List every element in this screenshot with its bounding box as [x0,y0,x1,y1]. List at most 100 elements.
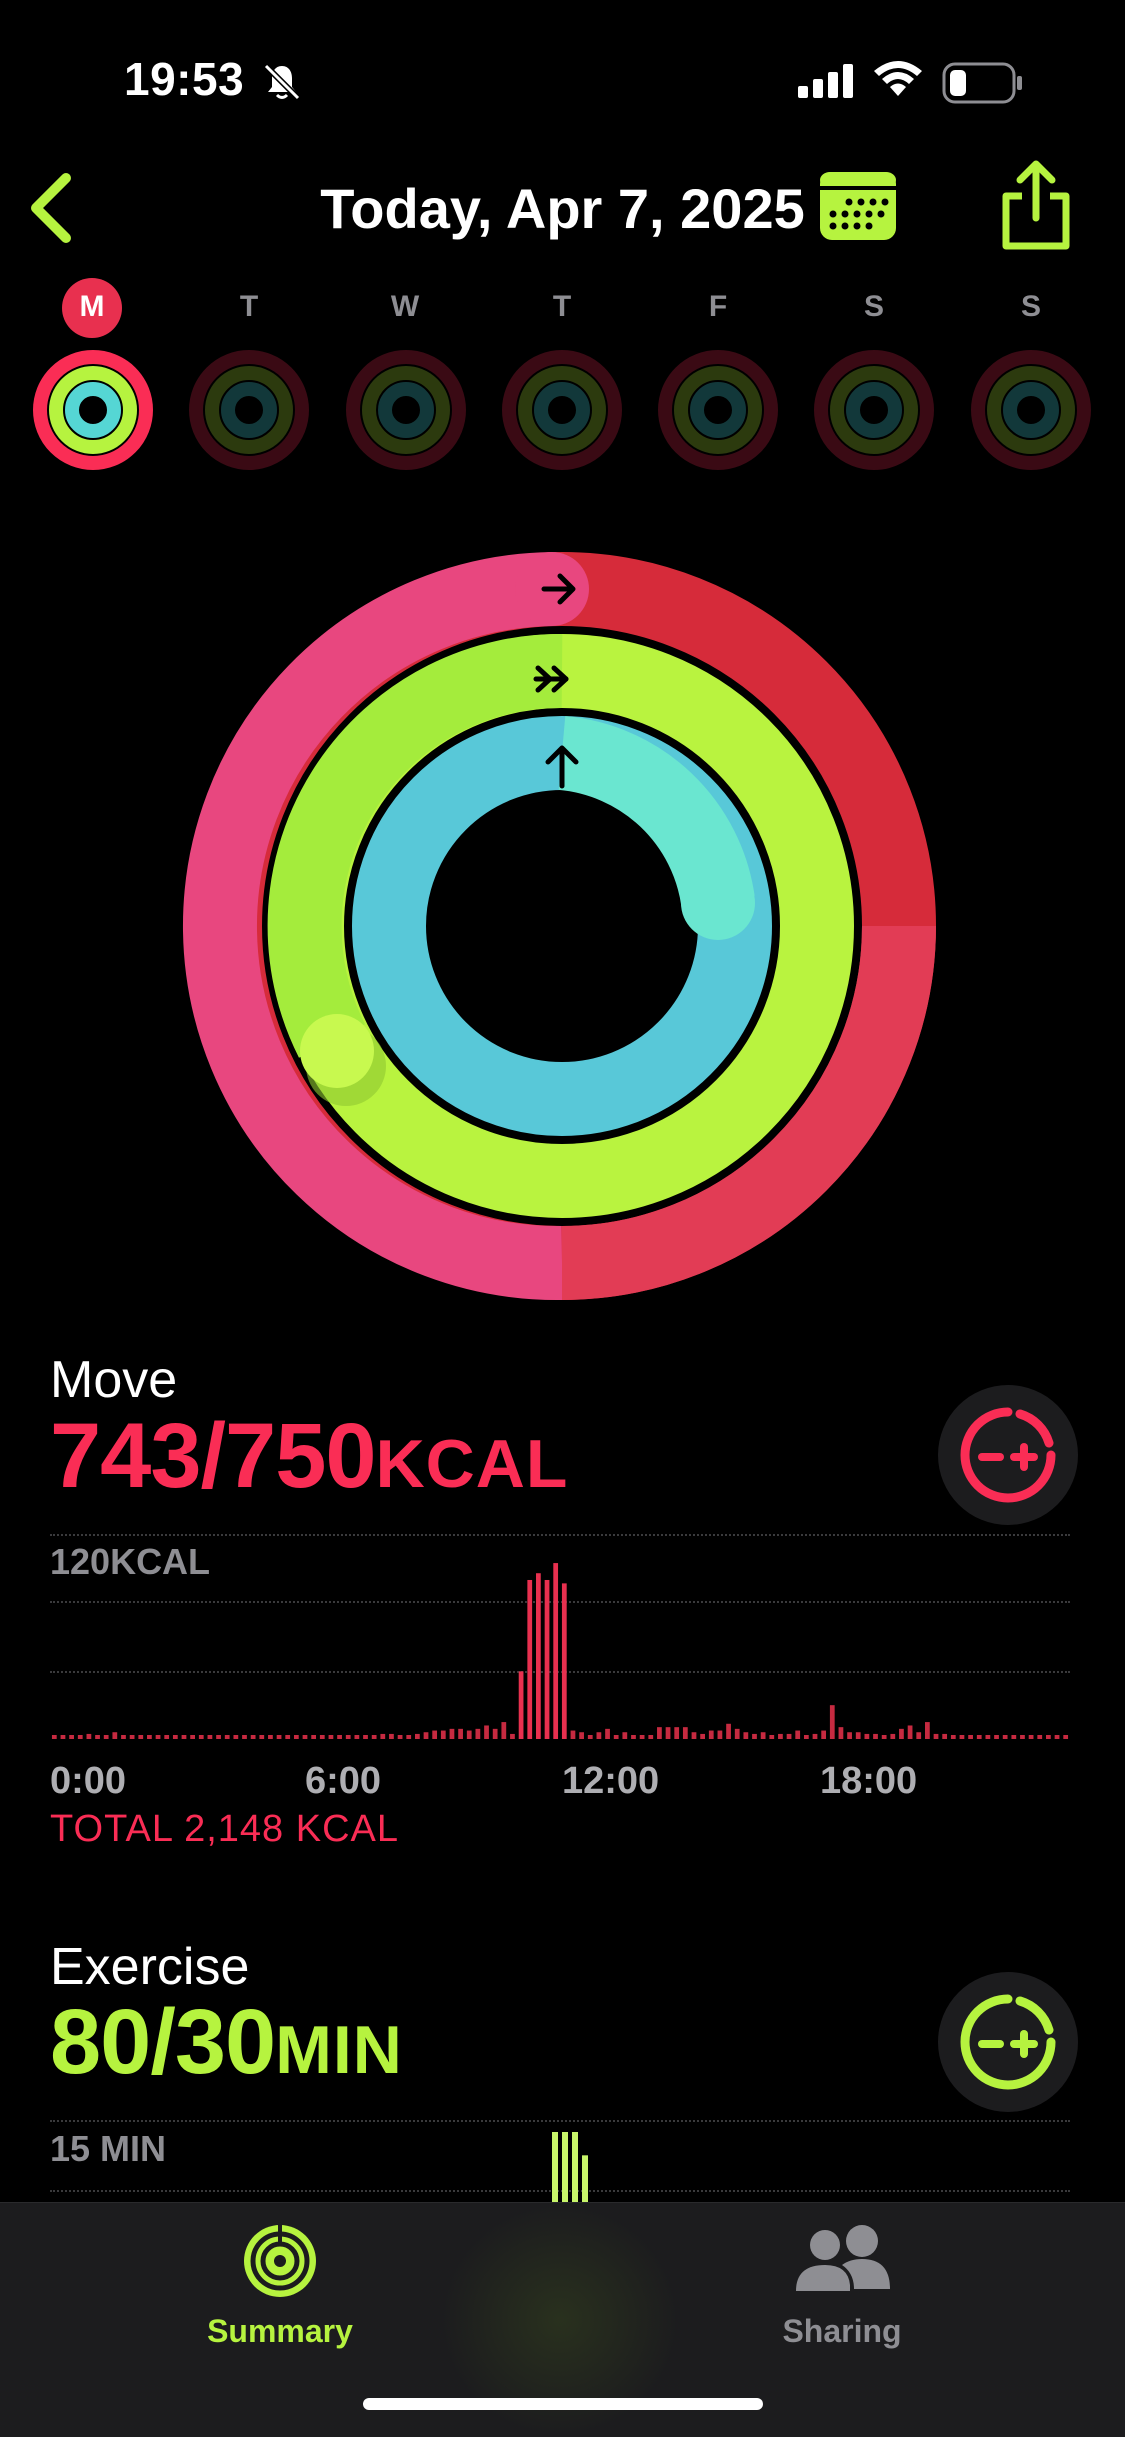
move-bar [86,1733,92,1740]
move-bar [907,1725,913,1739]
move-bar [518,1671,524,1739]
move-bar [95,1735,100,1739]
status-time: 19:53 [124,53,245,105]
move-bar [121,1735,126,1739]
mini-rings-mon[interactable] [31,348,155,472]
move-bar [561,1583,567,1739]
move-bar [440,1730,446,1739]
move-bar [69,1735,74,1739]
exercise-scale-label: 15 MIN [50,2128,167,2169]
mini-rings-sat[interactable] [812,348,936,472]
move-bar [717,1730,723,1739]
move-bar [242,1735,247,1739]
move-bar [769,1735,775,1739]
move-bar [579,1732,584,1739]
move-bar [803,1735,809,1739]
move-total: TOTAL 2,148 KCAL [50,1808,400,1850]
move-bar [994,1735,999,1739]
move-bar [415,1733,420,1740]
move-bar [1011,1735,1017,1739]
move-bar [1054,1735,1060,1739]
day-label-thu[interactable]: T [522,290,602,324]
mini-rings-tue[interactable] [187,348,311,472]
day-label-mon[interactable]: M [52,290,132,324]
move-bar [778,1733,783,1740]
x-tick-label: 0:00 [50,1760,127,1802]
move-bar [423,1732,429,1739]
move-unit: KCAL [375,1426,569,1502]
move-bar [1063,1735,1069,1739]
move-bar [864,1733,870,1740]
mini-rings-sun[interactable] [969,348,1093,472]
x-tick-label: 12:00 [562,1760,660,1802]
day-label-sun[interactable]: S [991,290,1071,324]
move-bar [311,1735,317,1739]
move-bar [276,1735,282,1739]
move-bar [648,1735,654,1739]
move-bar [890,1733,896,1740]
calendar-icon[interactable] [818,170,898,242]
move-bar [363,1735,368,1739]
move-bar [466,1730,472,1739]
exercise-value: 80/30MIN [50,1990,403,2095]
mini-rings-wed[interactable] [344,348,468,472]
move-bar [674,1727,680,1739]
move-bar [129,1735,135,1739]
move-bar [224,1735,230,1739]
exercise-bar [582,2155,588,2202]
move-bar [492,1728,498,1739]
adjust-goal-icon [960,1994,1056,2090]
move-bar [103,1735,109,1739]
move-bar [389,1733,394,1740]
adjust-goal-icon [960,1407,1056,1503]
move-bar [112,1732,118,1739]
move-bar [345,1735,351,1739]
move-bar [959,1735,965,1739]
move-bar [449,1728,455,1739]
move-bar [147,1735,152,1739]
move-bar [925,1722,930,1739]
move-bar [752,1733,757,1740]
move-bar [968,1735,973,1739]
move-bar [259,1735,265,1739]
move-bar [950,1735,956,1739]
move-bar [458,1728,463,1739]
mini-rings-thu[interactable] [500,348,624,472]
move-bar [985,1735,991,1739]
move-bar [164,1735,170,1739]
move-bar [337,1735,342,1739]
move-bar [708,1730,714,1739]
move-bar [899,1728,904,1739]
move-bar [631,1735,636,1739]
day-label-tue[interactable]: T [209,290,289,324]
day-label-sat[interactable]: S [834,290,914,324]
share-icon[interactable] [996,160,1076,250]
move-bar [553,1563,559,1739]
tab-sharing[interactable]: Sharing [692,2213,992,2363]
exercise-bar [562,2132,568,2202]
move-bar [570,1730,576,1739]
move-bar [285,1735,291,1739]
move-bar [596,1732,602,1739]
move-bar [829,1705,835,1739]
exercise-bar [552,2132,558,2202]
move-bar [510,1733,515,1740]
mini-rings-fri[interactable] [656,348,780,472]
day-label-fri[interactable]: F [678,290,758,324]
move-bar [1028,1735,1034,1739]
move-bar [613,1735,619,1739]
day-label-wed[interactable]: W [365,290,445,324]
adjust-move-goal-button[interactable] [938,1385,1078,1525]
move-bar [734,1728,740,1739]
move-bar [319,1735,325,1739]
move-bar [302,1735,308,1739]
move-bar [812,1733,818,1740]
move-bar [1002,1735,1008,1739]
move-bar [544,1579,550,1739]
move-bar [527,1579,533,1739]
adjust-exercise-goal-button[interactable] [938,1972,1078,2112]
page-title: Today, Apr 7, 2025 [320,177,805,240]
tab-summary[interactable]: Summary [130,2213,430,2363]
exercise-value-number: 80/30 [50,1991,276,2093]
move-bar [855,1732,861,1739]
